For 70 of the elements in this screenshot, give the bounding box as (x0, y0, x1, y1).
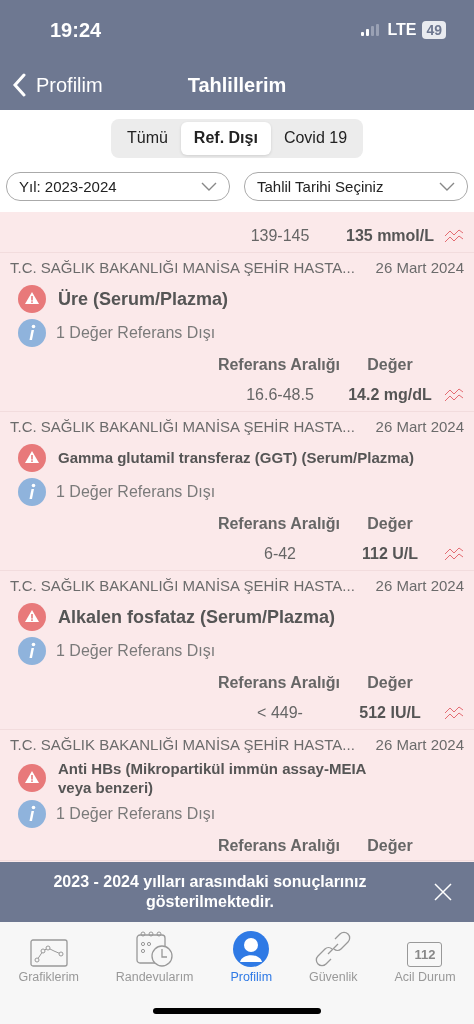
hospital-name: T.C. SAĞLIK BAKANLIĞI MANİSA ŞEHİR HASTA... (10, 736, 355, 753)
info-icon (18, 637, 46, 665)
line-chart-icon (29, 939, 68, 967)
segment-tab[interactable]: Ref. Dışı (180, 122, 271, 155)
dropdown-field[interactable]: Yıl: 2023-2024 (6, 172, 230, 201)
result-date: 26 Mart 2024 (375, 259, 464, 276)
warning-icon (18, 764, 46, 792)
value-header: Değer (367, 837, 413, 855)
test-name: Anti HBs (Mikropartikül immün assay-MEIA veya benzeri) (58, 759, 367, 797)
chevron-down-icon (439, 182, 455, 191)
range-header: Referans Aralığı (217, 515, 340, 533)
status-time: 19:24 (50, 18, 102, 42)
network-label: LTE (387, 21, 417, 39)
warning-icon (18, 285, 46, 313)
trend-chart-icon[interactable] (444, 546, 464, 562)
tab-bar-item[interactable]: Grafiklerim (18, 928, 79, 984)
result-value: 135 mmol/L (346, 227, 434, 245)
trend-chart-icon[interactable] (444, 705, 464, 721)
segment-tab[interactable]: Tümü (113, 122, 181, 155)
value-header: Değer (367, 356, 413, 374)
result-date: 26 Mart 2024 (375, 736, 464, 753)
result-value: 512 IU/L (359, 704, 421, 722)
test-name: Gamma glutamil transferaz (GGT) (Serum/Plazma) (58, 448, 414, 468)
close-button[interactable] (434, 883, 452, 901)
chevron-left-icon (12, 73, 26, 97)
person-icon (233, 931, 270, 967)
test-name: Alkalen fosfataz (Serum/Plazma) (58, 607, 336, 627)
segment-tab[interactable]: Covid 19 (270, 122, 361, 155)
result-value: 112 U/L (362, 545, 418, 563)
range-header: Referans Aralığı (217, 837, 340, 855)
reference-range: 16.6-48.5 (246, 386, 314, 404)
info-icon (18, 478, 46, 506)
tab-bar-item[interactable]: 112 Acil Durum (394, 928, 456, 984)
out-of-range-note: 1 Değer Referans Dışı (56, 324, 216, 342)
trend-chart-icon[interactable] (444, 387, 464, 403)
range-header: Referans Aralığı (217, 356, 340, 374)
test-name: Üre (Serum/Plazma) (58, 289, 229, 309)
out-of-range-note: 1 Değer Referans Dışı (56, 642, 216, 660)
value-header: Değer (367, 515, 413, 533)
info-icon (18, 319, 46, 347)
chevron-down-icon (201, 182, 217, 191)
battery-indicator: 49 (422, 21, 446, 39)
calendar-clock-icon (135, 931, 174, 967)
signal-icon (361, 24, 382, 36)
out-of-range-note: 1 Değer Referans Dışı (56, 483, 216, 501)
reference-range: < 449- (257, 704, 303, 722)
out-of-range-note: 1 Değer Referans Dışı (56, 805, 216, 823)
range-header: Referans Aralığı (217, 674, 340, 692)
dropdown-field[interactable]: Tahlil Tarihi Seçiniz (244, 172, 468, 201)
emergency-number-icon: 112 (407, 942, 443, 967)
hospital-name: T.C. SAĞLIK BAKANLIĞI MANİSA ŞEHİR HASTA... (10, 418, 355, 435)
tab-bar-item[interactable]: Randevularım (115, 928, 194, 984)
result-date: 26 Mart 2024 (375, 418, 464, 435)
warning-icon (18, 603, 46, 631)
page-title: Tahlillerim (187, 73, 287, 97)
value-header: Değer (367, 674, 413, 692)
info-icon (18, 800, 46, 828)
reference-range: 6-42 (264, 545, 296, 563)
trend-chart-icon[interactable] (444, 228, 464, 244)
tab-bar-item[interactable]: Profilim (230, 928, 273, 984)
link-icon (315, 931, 352, 967)
reference-range: 139-145 (250, 227, 310, 245)
tab-bar-item[interactable]: Güvenlik (308, 928, 358, 984)
warning-icon (18, 444, 46, 472)
back-button[interactable]: Profilim (0, 73, 115, 97)
toast-message: 2023 - 2024 yılları arasındaki sonuçlarınız gösterilmektedir. (52, 872, 368, 912)
result-value: 14.2 mg/dL (348, 386, 432, 404)
hospital-name: T.C. SAĞLIK BAKANLIĞI MANİSA ŞEHİR HASTA... (10, 577, 355, 594)
hospital-name: T.C. SAĞLIK BAKANLIĞI MANİSA ŞEHİR HASTA... (10, 259, 355, 276)
result-date: 26 Mart 2024 (375, 577, 464, 594)
